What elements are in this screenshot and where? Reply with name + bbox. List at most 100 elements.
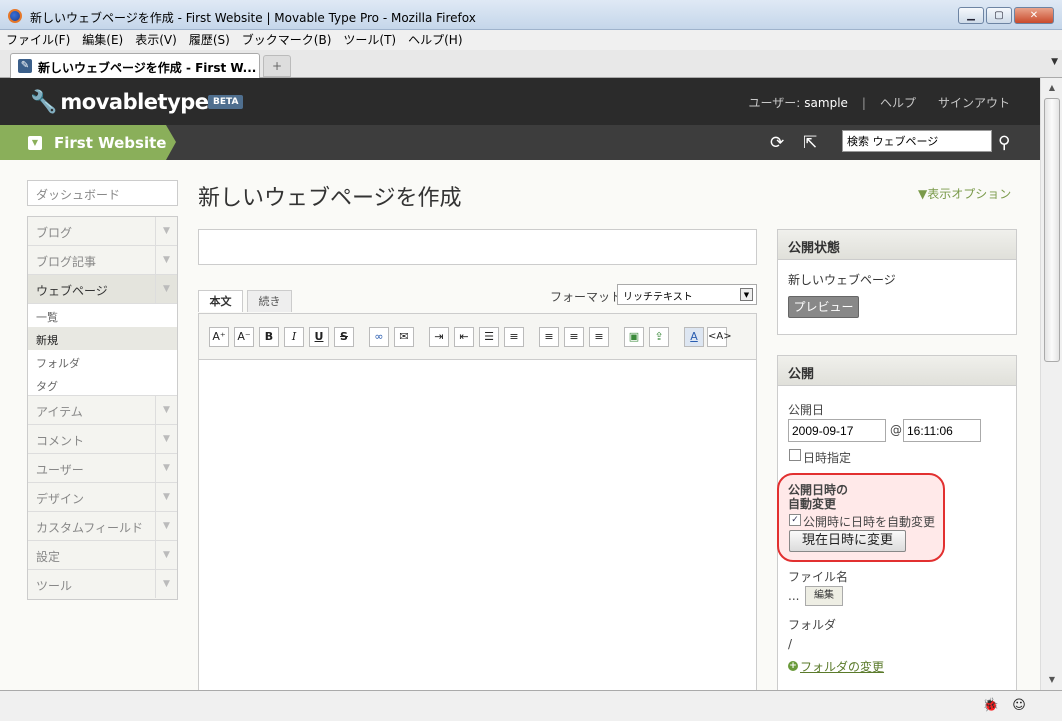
window-title: 新しいウェブページを作成 - First Website | Movable T… [30, 11, 476, 25]
bold-icon[interactable]: B [259, 327, 279, 347]
menu-bookmarks[interactable]: ブックマーク(B) [236, 30, 338, 50]
specify-datetime-label: 日時指定 [803, 451, 852, 465]
close-icon[interactable]: ✕ [1014, 7, 1054, 24]
set-now-button[interactable]: 現在日時に変更 [789, 530, 906, 552]
preview-button[interactable]: プレビュー [788, 296, 859, 318]
browser-tab[interactable]: ✎ 新しいウェブページを作成 - First W... [10, 53, 260, 78]
sidebar-item-blog[interactable]: ブログ ▼ [28, 217, 177, 246]
chevron-down-icon[interactable]: ▼ [155, 425, 177, 453]
chevron-down-icon[interactable]: ▼ [155, 570, 177, 598]
underline-icon[interactable]: U [309, 327, 329, 347]
chevron-down-icon[interactable]: ▼ [155, 275, 177, 303]
tab-more[interactable]: 続き [247, 290, 292, 312]
font-size-decrease-icon[interactable]: A⁻ [234, 327, 254, 347]
chevron-down-icon[interactable]: ▼ [155, 217, 177, 245]
help-link[interactable]: ヘルプ [880, 94, 916, 111]
publish-date-label: 公開日 [788, 403, 825, 417]
link-icon[interactable]: ∞ [369, 327, 389, 347]
refresh-icon[interactable]: ⟳ [770, 133, 784, 153]
chevron-down-icon[interactable]: ▼ [155, 396, 177, 424]
tab-body[interactable]: 本文 [198, 290, 243, 312]
sidebar-item-tools[interactable]: ツール ▼ [28, 570, 177, 599]
menu-history[interactable]: 履歴(S) [183, 30, 236, 50]
vertical-scrollbar[interactable]: ▲ ▼ [1040, 78, 1062, 690]
sidebar-item-assets[interactable]: アイテム ▼ [28, 396, 177, 425]
publish-title: 公開 [778, 356, 1016, 386]
scrollbar-thumb[interactable] [1044, 98, 1060, 362]
chevron-down-icon[interactable]: ▼ [155, 541, 177, 569]
strikethrough-icon[interactable]: S [334, 327, 354, 347]
edit-filename-button[interactable]: 編集 [805, 586, 843, 606]
insert-image-icon[interactable]: ▣ [624, 327, 644, 347]
firebug-icon[interactable]: 🐞 [982, 697, 1000, 715]
minimize-icon[interactable]: ▁ [958, 7, 984, 24]
publish-status-title: 公開状態 [778, 230, 1016, 260]
browser-tab-title: 新しいウェブページを作成 - First W... [38, 61, 257, 75]
sidebar-subitem-tags[interactable]: タグ [28, 373, 177, 396]
wrench-icon: 🔧 [30, 90, 58, 115]
publish-date-input[interactable] [788, 419, 886, 442]
sidebar-item-custom-fields[interactable]: カスタムフィールド ▼ [28, 512, 177, 541]
outdent-icon[interactable]: ⇤ [454, 327, 474, 347]
format-select[interactable]: リッチテキスト ▼ [617, 284, 757, 305]
scroll-up-icon[interactable]: ▲ [1044, 80, 1060, 96]
menu-edit[interactable]: 編集(E) [76, 30, 129, 50]
sidebar-item-webpages[interactable]: ウェブページ ▼ [28, 275, 177, 304]
email-icon[interactable]: ✉ [394, 327, 414, 347]
chevron-down-icon[interactable]: ▼ [155, 512, 177, 540]
specify-datetime-checkbox[interactable] [789, 449, 801, 461]
sidebar-subitem-new[interactable]: 新規 [28, 327, 177, 350]
publish-time-input[interactable] [903, 419, 981, 442]
menu-help[interactable]: ヘルプ(H) [402, 30, 468, 50]
view-site-icon[interactable]: ⇱ [803, 133, 817, 153]
new-tab-button[interactable]: + [263, 55, 291, 77]
search-input[interactable] [842, 130, 992, 152]
sidebar-item-users[interactable]: ユーザー ▼ [28, 454, 177, 483]
insert-file-icon[interactable]: ⇪ [649, 327, 669, 347]
dashboard-link[interactable]: ダッシュボード [27, 180, 178, 206]
mt-logo[interactable]: 🔧 movabletype TM [30, 90, 220, 115]
numbered-list-icon[interactable]: ≡ [504, 327, 524, 347]
sidebar-subitem-list[interactable]: 一覧 [28, 304, 177, 327]
italic-icon[interactable]: I [284, 327, 304, 347]
align-right-icon[interactable]: ≡ [589, 327, 609, 347]
tab-list-icon[interactable]: ▼ [1051, 57, 1058, 67]
publish-status-panel: 公開状態 新しいウェブページ プレビュー [777, 229, 1017, 335]
page-content: 🔧 movabletype TM BETA ユーザー: sample | ヘルプ… [0, 78, 1040, 690]
text-color-icon[interactable]: A [684, 327, 704, 347]
chevron-down-icon[interactable]: ▼ [155, 483, 177, 511]
dropdown-icon: ▼ [28, 136, 42, 150]
sidebar-item-settings[interactable]: 設定 ▼ [28, 541, 177, 570]
signout-link[interactable]: サインアウト [938, 94, 1010, 111]
sidebar-subitem-folders[interactable]: フォルダ [28, 350, 177, 373]
folder-value: / [788, 637, 793, 651]
scroll-down-icon[interactable]: ▼ [1044, 672, 1060, 688]
indent-icon[interactable]: ⇥ [429, 327, 449, 347]
align-left-icon[interactable]: ≡ [539, 327, 559, 347]
user-name-link[interactable]: sample [804, 96, 848, 110]
addon-face-icon[interactable]: ☺ [1010, 697, 1028, 715]
auto-change-checkbox[interactable]: ✓ [789, 514, 801, 526]
sidebar-item-design[interactable]: デザイン ▼ [28, 483, 177, 512]
change-folder-link[interactable]: フォルダの変更 [800, 658, 884, 675]
website-selector[interactable]: ▼ First Website [0, 125, 166, 160]
beta-badge: BETA [208, 95, 244, 109]
display-options-link[interactable]: ▼表示オプション [918, 185, 1011, 202]
menu-tools[interactable]: ツール(T) [337, 30, 402, 50]
menu-file[interactable]: ファイル(F) [0, 30, 76, 50]
chevron-down-icon[interactable]: ▼ [155, 454, 177, 482]
font-size-increase-icon[interactable]: A⁺ [209, 327, 229, 347]
source-mode-icon[interactable]: <A> [707, 327, 732, 347]
bullet-list-icon[interactable]: ☰ [479, 327, 499, 347]
mt-header: 🔧 movabletype TM BETA ユーザー: sample | ヘルプ… [0, 78, 1040, 125]
chevron-down-icon[interactable]: ▼ [155, 246, 177, 274]
menu-view[interactable]: 表示(V) [129, 30, 183, 50]
sidebar-item-entries[interactable]: ブログ記事 ▼ [28, 246, 177, 275]
firefox-icon [8, 9, 22, 23]
sidebar-item-comments[interactable]: コメント ▼ [28, 425, 177, 454]
maximize-icon[interactable]: ▢ [986, 7, 1012, 24]
align-center-icon[interactable]: ≡ [564, 327, 584, 347]
title-input[interactable] [198, 229, 757, 265]
search-icon[interactable]: ⚲ [998, 133, 1010, 153]
body-editor[interactable] [198, 360, 757, 690]
